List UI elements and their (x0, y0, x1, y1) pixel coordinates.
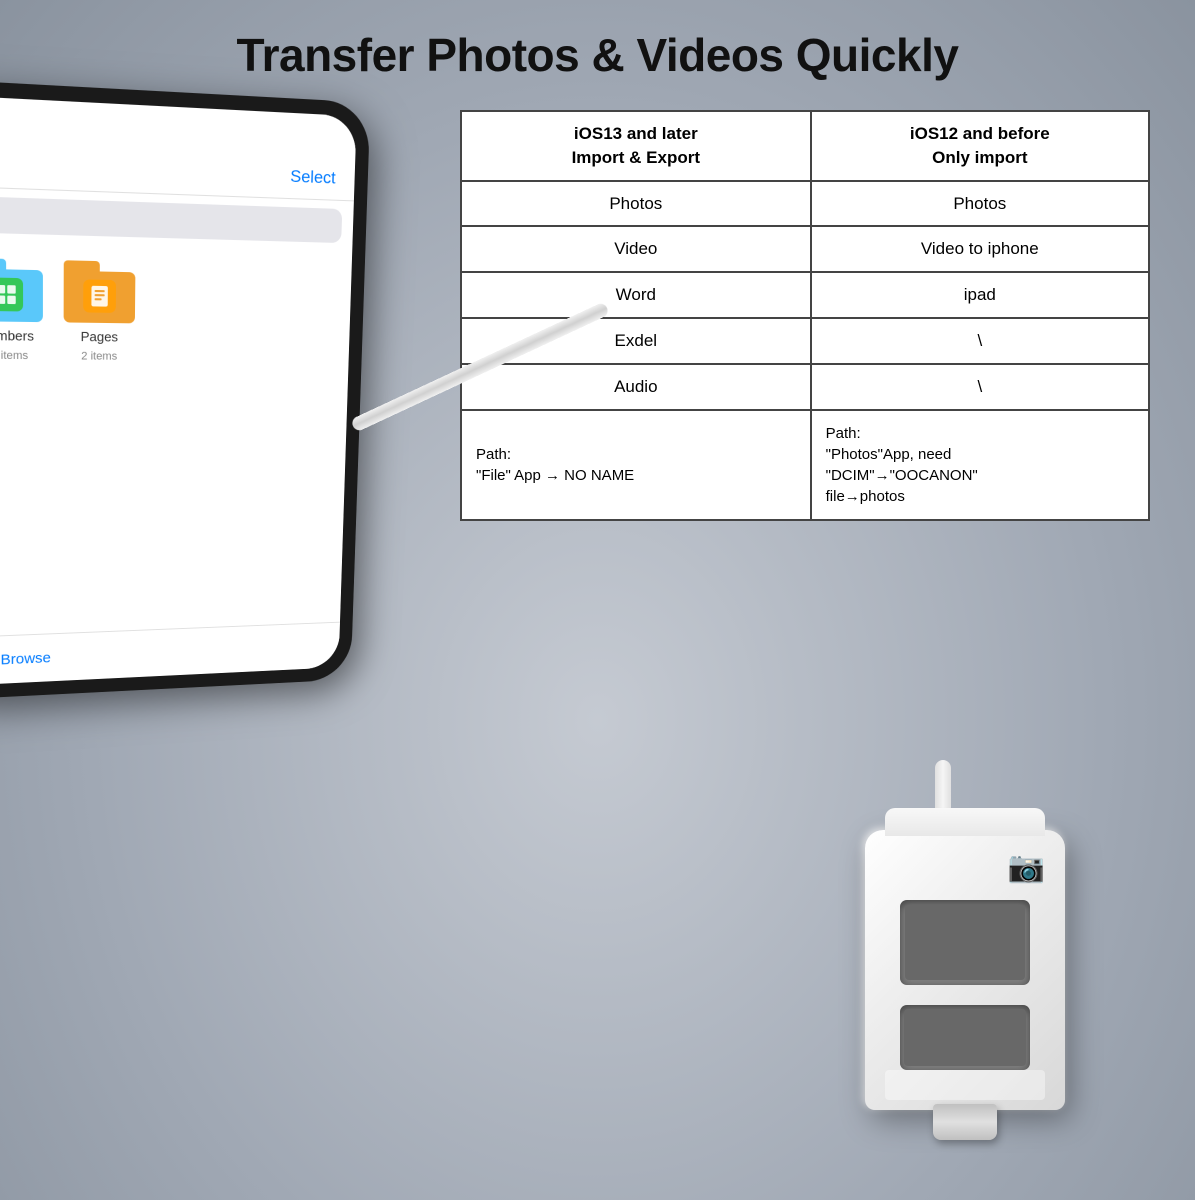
table-header-col2: iOS12 and beforeOnly import (811, 111, 1149, 181)
sd-card-slot-2-inner (904, 1009, 1026, 1066)
pages-folder-name: Pages (81, 329, 119, 345)
phone-screen: Select (0, 95, 357, 686)
browse-button[interactable]: Browse (0, 647, 51, 672)
table-path-row: Path:"File" App → NO NAME Path:"Photos"A… (461, 410, 1149, 520)
table-header-col1: iOS13 and laterImport & Export (461, 111, 811, 181)
table-row: Audio \ (461, 364, 1149, 410)
table-path-col2: Path:"Photos"App, need"DCIM"→"OOCANON"fi… (811, 410, 1149, 520)
numbers-app-icon (0, 277, 23, 311)
table-row: Photos Photos (461, 181, 1149, 227)
info-table-container: iOS13 and laterImport & Export iOS12 and… (460, 110, 1150, 521)
numbers-folder-count: 10 items (0, 349, 28, 362)
table-cell: \ (811, 318, 1149, 364)
compatibility-table: iOS13 and laterImport & Export iOS12 and… (460, 110, 1150, 521)
pages-folder-item[interactable]: Pages 2 items (63, 260, 136, 617)
table-cell: ipad (811, 272, 1149, 318)
page-title: Transfer Photos & Videos Quickly (0, 28, 1195, 82)
table-cell: Photos (461, 181, 811, 227)
pages-app-icon (83, 279, 116, 313)
table-cell: \ (811, 364, 1149, 410)
device-label-area (885, 1070, 1045, 1100)
phone-search-bar (0, 196, 342, 243)
numbers-folder-name: Numbers (0, 328, 34, 344)
phone-body: Select (0, 79, 370, 701)
table-row: Word ipad (461, 272, 1149, 318)
usb-card-reader: 📷 (815, 760, 1115, 1140)
table-path-col1: Path:"File" App → NO NAME (461, 410, 811, 520)
sd-card-slot-1 (900, 900, 1030, 985)
table-row: Video Video to iphone (461, 226, 1149, 272)
pages-folder-icon (64, 260, 136, 323)
lightning-connector (933, 1104, 997, 1140)
numbers-folder-item[interactable]: Numbers 10 items (0, 258, 43, 621)
table-cell: Audio (461, 364, 811, 410)
phone-mockup: Select (0, 100, 500, 720)
device-top-ridge (885, 808, 1045, 836)
phone-select-button[interactable]: Select (290, 166, 336, 188)
browse-label: Browse (1, 650, 51, 669)
camera-icon: 📷 (1008, 850, 1045, 885)
table-cell: Video to iphone (811, 226, 1149, 272)
phone-files-grid: Numbers 10 items (0, 240, 352, 637)
pages-folder-count: 2 items (81, 350, 117, 362)
table-cell: Video (461, 226, 811, 272)
device-body: 📷 (865, 830, 1065, 1110)
table-cell: Photos (811, 181, 1149, 227)
table-cell-word: Word (461, 272, 811, 318)
sd-card-slot-2 (900, 1005, 1030, 1070)
sd-card-slot-1-inner (905, 905, 1025, 980)
numbers-folder-icon (0, 258, 43, 322)
